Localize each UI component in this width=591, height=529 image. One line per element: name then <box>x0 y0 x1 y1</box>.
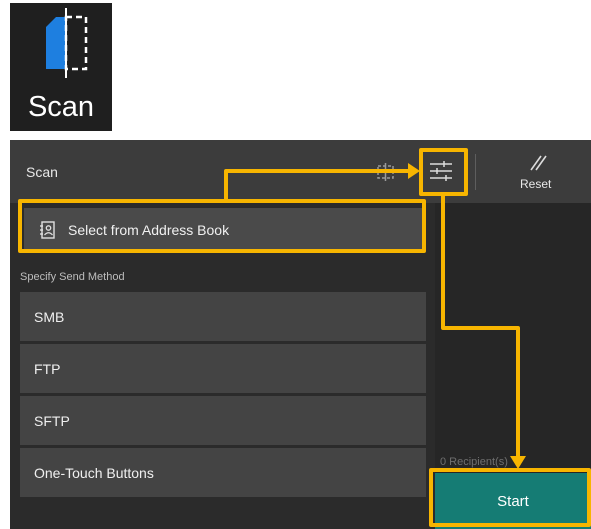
list-item-label: SFTP <box>34 413 70 429</box>
scan-document-icon <box>46 8 88 78</box>
header-bar: Scan Reset <box>10 140 591 203</box>
destination-pane: Select from Address Book Specify Send Me… <box>10 203 435 529</box>
page-title: Scan <box>26 164 58 180</box>
send-method-one-touch[interactable]: One-Touch Buttons <box>20 448 426 497</box>
send-method-smb[interactable]: SMB <box>20 292 426 341</box>
scan-app-tile[interactable]: Scan <box>10 3 112 131</box>
start-button-label: Start <box>497 493 529 510</box>
send-method-heading: Specify Send Method <box>20 271 125 283</box>
recipient-count: 0 Recipient(s) <box>440 456 508 468</box>
scan-panel: Scan Reset Select from Address Book Spec… <box>10 140 591 529</box>
send-method-ftp[interactable]: FTP <box>20 344 426 393</box>
address-book-icon <box>40 221 55 239</box>
preview-icon[interactable] <box>375 162 397 182</box>
settings-sliders-icon[interactable] <box>428 160 454 182</box>
list-item-label: FTP <box>34 361 61 377</box>
start-button[interactable]: Start <box>435 473 591 529</box>
list-item-label: SMB <box>34 309 65 325</box>
scan-app-label: Scan <box>27 91 95 123</box>
address-book-label: Select from Address Book <box>68 222 230 238</box>
reset-icon[interactable] <box>528 153 548 173</box>
list-item-label: One-Touch Buttons <box>34 465 154 481</box>
reset-button-label[interactable]: Reset <box>520 177 551 191</box>
header-divider <box>475 154 476 190</box>
select-address-book-button[interactable]: Select from Address Book <box>24 208 424 251</box>
send-method-sftp[interactable]: SFTP <box>20 396 426 445</box>
